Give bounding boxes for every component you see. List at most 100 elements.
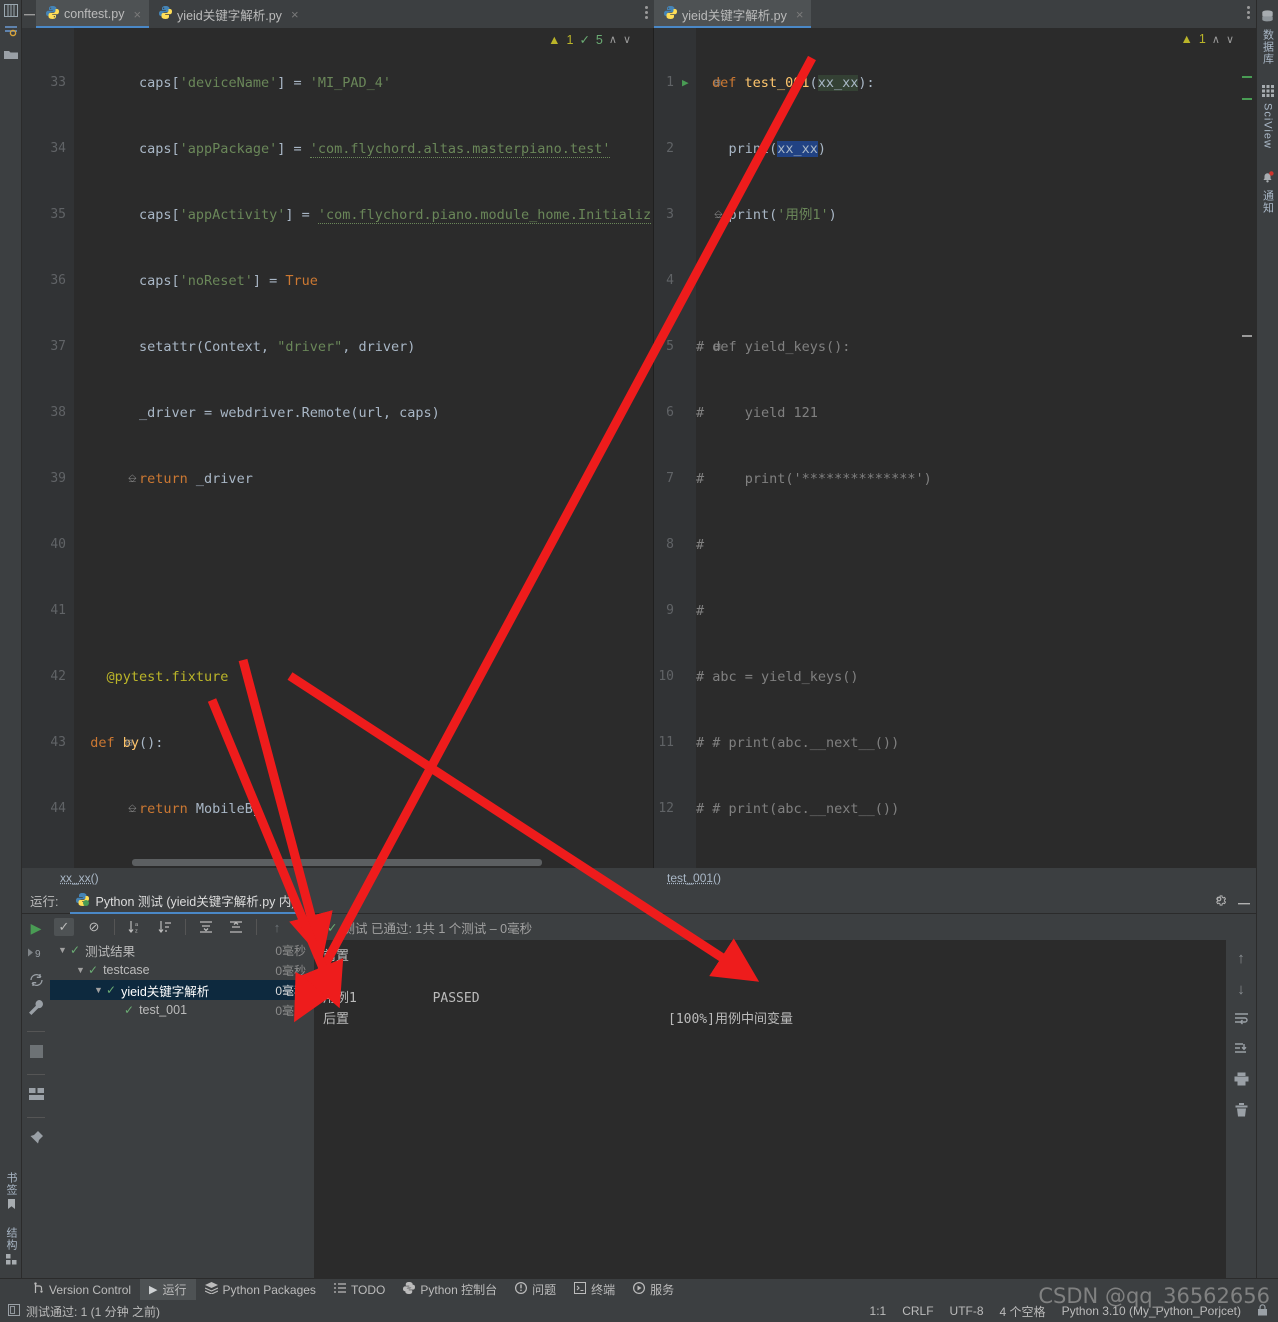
editor-horizontal-scrollbar[interactable] [132,859,542,866]
chevron-down-icon[interactable]: ▼ [94,985,106,995]
code-content-left[interactable]: 33 caps['deviceName'] = 'MI_PAD_4' 34 ca… [22,28,653,868]
editor-tab-bar-right: yieid关键字解析.py × [654,0,1256,28]
tab-yieid-py[interactable]: yieid关键字解析.py × [149,0,306,28]
status-message[interactable]: 测试通过: 1 (1 分钟 之前) [26,1303,160,1320]
event-log-icon[interactable] [8,1303,20,1319]
bottom-item-run[interactable]: ▶ 运行 [140,1278,196,1301]
bell-icon [1261,171,1274,187]
close-icon[interactable]: × [291,7,299,22]
table-row[interactable]: ▼ ✓ testcase 0毫秒 [50,960,314,980]
table-row[interactable]: ▼ ✓ 测试结果 0毫秒 [50,940,314,960]
tab-yieid-py-right[interactable]: yieid关键字解析.py × [654,0,812,28]
code-content-right[interactable]: 1 ▶ ⊟ def test_001(xx_xx): 2 print(xx_xx) 3… [654,28,1256,868]
next-problem-icon[interactable]: ∨ [1226,33,1234,46]
editor-options-icon[interactable] [645,6,648,21]
close-icon[interactable]: × [796,7,804,22]
grid-icon [1261,85,1274,100]
folder-icon[interactable] [4,49,18,63]
editor-options-icon-right[interactable] [1247,6,1250,21]
pin-icon[interactable] [29,1131,43,1148]
minimize-editor-icon[interactable] [22,0,36,28]
bottom-item-label: TODO [350,1282,386,1297]
prev-problem-icon[interactable]: ∧ [1212,33,1220,46]
bottom-item-todo[interactable]: TODO [325,1279,394,1301]
test-results-tree[interactable]: ▼ ✓ 测试结果 0毫秒 ▼ ✓ testcase 0毫秒 ▼ ✓ yieid关… [50,940,315,1278]
next-problem-icon[interactable]: ∨ [623,33,631,46]
console-side-toolbar: ↑ ↓ [1226,940,1256,1278]
bottom-item-terminal[interactable]: 终端 [565,1279,624,1301]
prev-test-button[interactable]: ↑ [267,918,287,936]
chevron-down-icon[interactable]: ▼ [76,965,88,975]
interpreter-selector[interactable]: Python 3.10 (My_Python_Porjcet) [1062,1304,1241,1318]
minimize-icon[interactable] [1238,894,1250,908]
sidebar-item-notifications[interactable]: 通知 [1260,171,1276,214]
trash-icon[interactable] [1235,1103,1248,1120]
bookmarks-label: 书签 [5,1172,17,1196]
soft-wrap-icon[interactable] [1234,1012,1249,1028]
table-row[interactable]: ▼ ✓ yieid关键字解析 0毫秒 [50,980,314,1000]
scroll-to-end-icon[interactable] [1234,1042,1249,1058]
layout-icon[interactable] [28,1088,44,1104]
inspection-widget-right[interactable]: ▲ 1 ∧ ∨ [1181,32,1234,46]
chevron-down-icon[interactable]: ▼ [58,945,70,955]
table-row[interactable]: ✓ test_001 0毫秒 [50,1000,314,1020]
show-passed-button[interactable]: ✓ [54,918,74,936]
collapse-all-button[interactable] [226,918,246,936]
settings-wrench-icon[interactable] [28,1000,44,1018]
tab-label: yieid关键字解析.py [177,8,282,23]
console-output[interactable]: 前置 PASSED [100%]用例中间变量 用例1 后置 [315,940,1226,1278]
run-icon[interactable]: ▶ [31,920,42,937]
hide-ignored-button[interactable]: ⊘ [84,918,104,936]
line-number: 8 [666,537,674,552]
notifications-label: 通知 [1261,189,1274,214]
print-icon[interactable] [1234,1072,1249,1089]
gear-icon[interactable] [1212,892,1227,909]
breadcrumb: xx_xx() test_001() [22,868,1256,888]
sidebar-item-bookmarks[interactable]: 书签 [3,1172,19,1213]
rerun-failed-icon[interactable]: 9 [28,947,44,963]
bottom-item-version-control[interactable]: Version Control [24,1279,140,1301]
prev-problem-icon[interactable]: ∧ [609,33,617,46]
caret-position[interactable]: 1:1 [870,1304,887,1318]
run-tab-indicator [70,911,302,914]
sidebar-item-structure[interactable]: 结构 [3,1227,19,1268]
indent-setting[interactable]: 4 个空格 [1000,1303,1046,1320]
sort-by-duration-button[interactable] [155,918,175,936]
arrow-down-icon[interactable]: ↓ [1237,981,1245,998]
project-icon[interactable] [4,4,18,20]
sciview-label: SciView [1261,103,1274,149]
stop-icon[interactable] [29,1045,43,1061]
python-file-icon [46,6,59,22]
close-icon[interactable]: × [133,7,141,22]
lock-icon[interactable] [1257,1303,1268,1319]
sidebar-item-sciview[interactable]: SciView [1261,85,1274,149]
sort-alphabetically-button[interactable]: az [125,918,145,936]
bottom-item-problems[interactable]: 问题 [506,1279,565,1301]
breadcrumb-left[interactable]: xx_xx() [60,871,99,885]
line-number: 39 [50,471,66,486]
bottom-item-label: Version Control [49,1282,132,1297]
editor-pane-conftest[interactable]: ▲ 1 ✓ 5 ∧ ∨ 33 caps['deviceName'] = 'MI_… [22,28,654,868]
run-arrow-icon[interactable]: ▶ [682,72,689,94]
more-toolbar-button[interactable]: » [297,918,317,936]
svg-text:9: 9 [35,949,41,960]
arrow-up-icon[interactable]: ↑ [1237,950,1245,967]
sidebar-item-database[interactable]: 数据库 [1260,10,1276,65]
editor-pane-yieid[interactable]: ▲ 1 ∧ ∨ 1 ▶ ⊟ def test_001(xx_xx): 2 print(… [654,28,1256,868]
bottom-tool-window-bar: Version Control ▶ 运行 Python Packages TOD… [0,1278,1278,1301]
database-icon [1261,10,1274,26]
commit-icon[interactable] [4,24,18,40]
run-window-header: 运行: Python 测试 (yieid关键字解析.py 内) [22,888,1256,914]
run-config-tab[interactable]: Python 测试 (yieid关键字解析.py 内) [66,888,305,914]
breadcrumb-right[interactable]: test_001() [667,871,721,885]
bottom-item-python-console[interactable]: Python 控制台 [394,1279,506,1301]
test-status-text: 测试 已通过: 1共 1 个测试 – 0毫秒 [342,921,533,936]
bottom-item-python-packages[interactable]: Python Packages [196,1279,325,1301]
rerun-auto-icon[interactable] [29,973,44,990]
inspection-widget-left[interactable]: ▲ 1 ✓ 5 ∧ ∨ [548,32,631,48]
expand-all-button[interactable] [196,918,216,936]
tab-conftest-py[interactable]: conftest.py × [36,0,150,28]
line-separator[interactable]: CRLF [902,1304,933,1318]
file-encoding[interactable]: UTF-8 [950,1304,984,1318]
bottom-item-services[interactable]: 服务 [624,1279,683,1301]
